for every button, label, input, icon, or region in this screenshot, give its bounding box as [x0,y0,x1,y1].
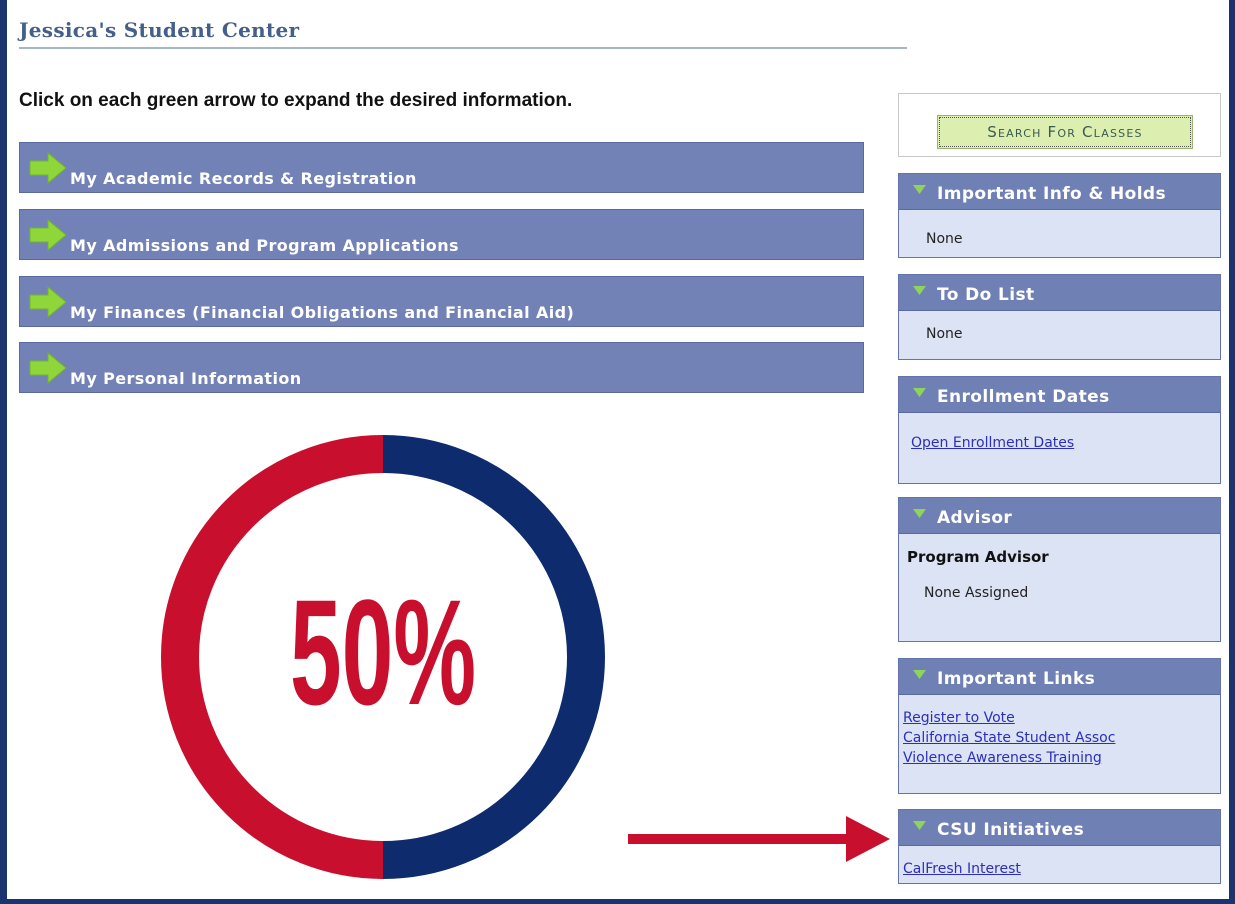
panel-header[interactable]: Enrollment Dates [899,377,1220,413]
violence-awareness-link[interactable]: Violence Awareness Training [903,750,1102,766]
holds-value: None [926,231,963,247]
advisor-value: None Assigned [924,585,1029,601]
triangle-down-icon[interactable] [913,509,926,518]
red-pointer-arrow-icon [628,816,890,862]
advisor-role: Program Advisor [907,548,1049,566]
panel-title: CSU Initiatives [937,820,1085,840]
panel-title: Important Links [937,669,1096,689]
triangle-down-icon[interactable] [913,286,926,295]
section-personal-info[interactable]: My Personal Information [19,342,864,393]
open-enrollment-dates-link[interactable]: Open Enrollment Dates [911,435,1074,451]
title-divider [19,47,907,49]
section-academic-records[interactable]: My Academic Records & Registration [19,142,864,193]
panel-header[interactable]: To Do List [899,275,1220,311]
panel-csu-initiatives: CSU Initiatives CalFresh Interest [898,809,1221,884]
page-title: Jessica's Student Center [19,18,300,42]
register-to-vote-link[interactable]: Register to Vote [903,710,1015,726]
panel-advisor: Advisor Program Advisor None Assigned [898,497,1221,642]
section-finances[interactable]: My Finances (Financial Obligations and F… [19,276,864,327]
panel-title: Important Info & Holds [937,184,1167,204]
section-label: My Personal Information [70,369,302,388]
panel-title: Enrollment Dates [937,387,1110,407]
green-arrow-icon[interactable] [28,151,68,185]
section-label: My Finances (Financial Obligations and F… [70,303,575,322]
frame-right [1229,0,1235,904]
panel-header[interactable]: Advisor [899,498,1220,534]
panel-enrollment-dates: Enrollment Dates Open Enrollment Dates [898,376,1221,484]
green-arrow-icon[interactable] [28,285,68,319]
panel-title: To Do List [937,285,1035,305]
panel-todo-list: To Do List None [898,274,1221,360]
triangle-down-icon[interactable] [913,821,926,830]
calfresh-interest-link[interactable]: CalFresh Interest [903,861,1021,877]
instructions-text: Click on each green arrow to expand the … [19,90,573,111]
green-arrow-icon[interactable] [28,218,68,252]
percent-label: 50% [290,569,476,736]
panel-title: Advisor [937,508,1013,528]
todo-value: None [926,326,963,342]
panel-header[interactable]: Important Info & Holds [899,174,1220,210]
panel-important-info: Important Info & Holds None [898,173,1221,258]
green-arrow-icon[interactable] [28,351,68,385]
progress-donut: 50% [161,435,605,879]
panel-header[interactable]: CSU Initiatives [899,810,1220,846]
triangle-down-icon[interactable] [913,388,926,397]
triangle-down-icon[interactable] [913,185,926,194]
triangle-down-icon[interactable] [913,670,926,679]
frame-left [0,0,7,904]
panel-important-links: Important Links Register to Vote Califor… [898,658,1221,794]
panel-header[interactable]: Important Links [899,659,1220,695]
student-assoc-link[interactable]: California State Student Assoc [903,730,1115,746]
frame-bottom [0,899,1235,904]
section-admissions[interactable]: My Admissions and Program Applications [19,209,864,260]
search-for-classes-button[interactable]: Search For Classes [937,115,1193,149]
search-classes-container: Search For Classes [898,93,1221,157]
section-label: My Academic Records & Registration [70,169,417,188]
section-label: My Admissions and Program Applications [70,236,459,255]
